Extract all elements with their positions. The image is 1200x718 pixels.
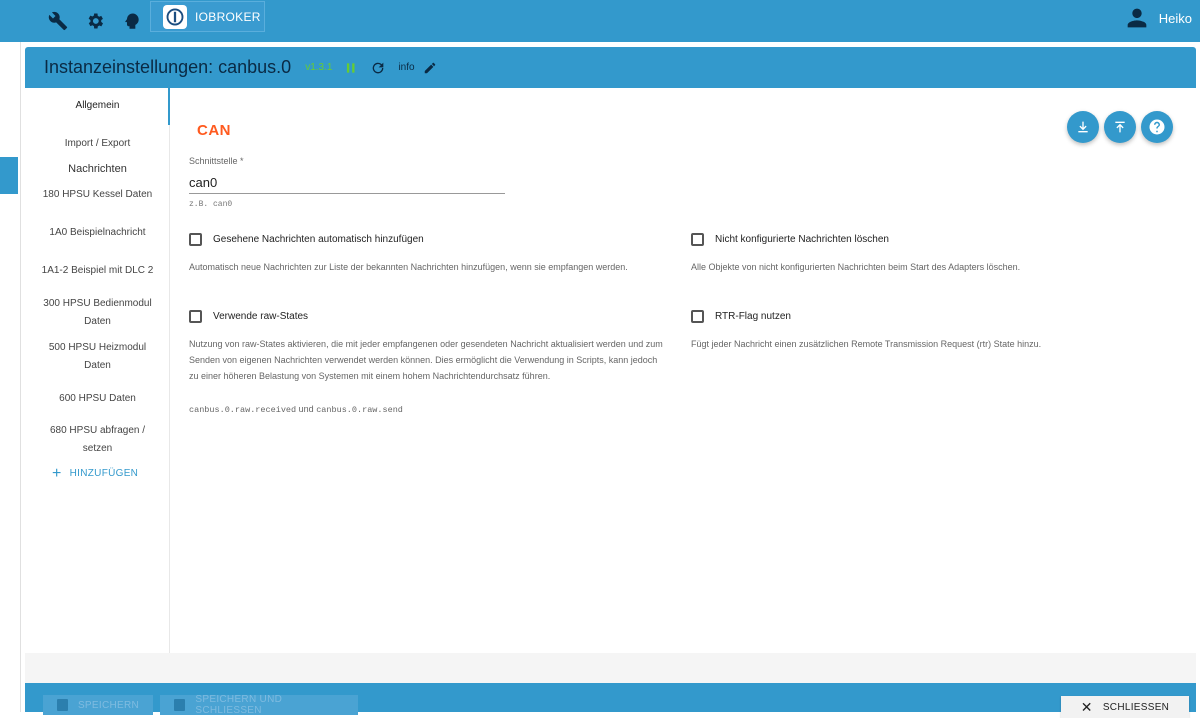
sidebar-item-180[interactable]: 180 HPSU Kessel Daten	[25, 186, 170, 204]
delete-unconfigured-description: Alle Objekte von nicht konfigurierten Na…	[691, 262, 1021, 272]
raw-send-code: canbus.0.raw.send	[316, 405, 403, 415]
gear-icon[interactable]	[82, 8, 108, 34]
settings-main: CAN Schnittstelle * z.B. can0 Gesehene N…	[171, 88, 1196, 653]
top-app-bar: IOBROKER Heiko	[0, 0, 1200, 42]
sidebar-item-1a1-2[interactable]: 1A1-2 Beispiel mit DLC 2	[25, 262, 170, 280]
info-label: info	[398, 62, 415, 73]
dialog-footer: SPEICHERN SPEICHERN UND SCHLIESSEN ✕ SCH…	[25, 683, 1196, 718]
sidebar-item-1a0[interactable]: 1A0 Beispielnachricht	[25, 224, 170, 242]
can-logo: CAN	[197, 122, 231, 139]
left-drawer-tab[interactable]	[0, 157, 18, 194]
user-menu[interactable]: Heiko	[1123, 4, 1192, 32]
help-button[interactable]	[1141, 111, 1173, 143]
sidebar-item-allgemein[interactable]: Allgemein	[25, 97, 170, 115]
dialog-content: Allgemein Import / Export Nachrichten 18…	[25, 88, 1196, 653]
sidebar-item-nachrichten[interactable]: Nachrichten	[25, 160, 170, 178]
download-icon	[1078, 121, 1088, 133]
save-close-icon	[174, 699, 186, 711]
sidebar-item-500[interactable]: 500 HPSU Heizmodul Daten	[25, 339, 170, 375]
save-button[interactable]: SPEICHERN	[43, 695, 153, 715]
help-icon	[1149, 119, 1165, 135]
rtr-flag-description: Fügt jeder Nachricht einen zusätzlichen …	[691, 339, 1042, 349]
sidebar-item-600[interactable]: 600 HPSU Daten	[25, 390, 170, 408]
rtr-flag-label: RTR-Flag nutzen	[715, 311, 791, 322]
iobroker-brand-button[interactable]: IOBROKER	[150, 1, 265, 32]
auto-add-checkbox[interactable]	[189, 233, 202, 246]
raw-states-codes: canbus.0.raw.received und canbus.0.raw.s…	[189, 401, 664, 418]
raw-states-description: Nutzung von raw-States aktivieren, die m…	[189, 339, 663, 381]
option-rtr-flag[interactable]: RTR-Flag nutzen	[691, 310, 791, 323]
auto-add-description: Automatisch neue Nachrichten zur Liste d…	[189, 262, 628, 272]
download-button[interactable]	[1067, 111, 1099, 143]
delete-unconfigured-checkbox[interactable]	[691, 233, 704, 246]
add-label: HINZUFÜGEN	[69, 468, 139, 479]
brand-label: IOBROKER	[195, 9, 261, 24]
close-icon: ✕	[1080, 698, 1093, 715]
save-close-button[interactable]: SPEICHERN UND SCHLIESSEN	[160, 694, 358, 716]
rtr-flag-checkbox[interactable]	[691, 310, 704, 323]
user-name: Heiko	[1158, 10, 1192, 26]
interface-hint: z.B. can0	[189, 200, 233, 209]
refresh-icon[interactable]	[370, 60, 386, 76]
instance-settings-dialog: Instanzeinstellungen: canbus.0 v1.3.1 in…	[25, 47, 1196, 718]
delete-unconfigured-label: Nicht konfigurierte Nachrichten löschen	[715, 234, 889, 245]
close-button[interactable]: ✕ SCHLIESSEN	[1061, 696, 1189, 718]
raw-states-label: Verwende raw-States	[213, 311, 309, 322]
edit-icon[interactable]	[423, 61, 437, 75]
upload-button[interactable]	[1104, 111, 1136, 143]
raw-codes-joiner: und	[298, 404, 314, 414]
version-badge: v1.3.1	[305, 62, 333, 73]
sidebar-item-680[interactable]: 680 HPSU abfragen / setzen	[25, 422, 170, 458]
dialog-header: Instanzeinstellungen: canbus.0 v1.3.1 in…	[25, 47, 1196, 88]
raw-states-checkbox[interactable]	[189, 310, 202, 323]
option-delete-unconfigured[interactable]: Nicht konfigurierte Nachrichten löschen	[691, 233, 889, 246]
pause-icon[interactable]	[344, 61, 358, 75]
interface-input[interactable]	[189, 172, 505, 194]
plus-icon: +	[52, 464, 62, 482]
iobroker-logo-icon	[163, 4, 187, 29]
user-icon	[1127, 8, 1147, 28]
sidebar-item-import-export[interactable]: Import / Export	[25, 135, 170, 153]
dialog-title: Instanzeinstellungen: canbus.0	[44, 57, 292, 77]
auto-add-label: Gesehene Nachrichten automatisch hinzufü…	[213, 234, 424, 245]
save-icon	[57, 699, 68, 711]
sidebar-item-300[interactable]: 300 HPSU Bedienmodul Daten	[25, 295, 170, 331]
save-label: SPEICHERN	[77, 699, 139, 711]
interface-label: Schnittstelle *	[189, 156, 244, 166]
settings-sidebar: Allgemein Import / Export Nachrichten 18…	[25, 88, 170, 653]
save-close-label: SPEICHERN UND SCHLIESSEN	[195, 694, 283, 716]
add-message-button[interactable]: + HINZUFÜGEN	[52, 464, 139, 482]
head-icon[interactable]	[119, 8, 145, 34]
option-raw-states[interactable]: Verwende raw-States	[189, 310, 308, 323]
left-divider	[20, 42, 21, 712]
upload-top-icon	[1115, 121, 1125, 133]
option-auto-add[interactable]: Gesehene Nachrichten automatisch hinzufü…	[189, 233, 424, 246]
close-label: SCHLIESSEN	[1102, 701, 1170, 713]
raw-received-code: canbus.0.raw.received	[189, 405, 297, 415]
wrench-icon[interactable]	[45, 8, 71, 34]
